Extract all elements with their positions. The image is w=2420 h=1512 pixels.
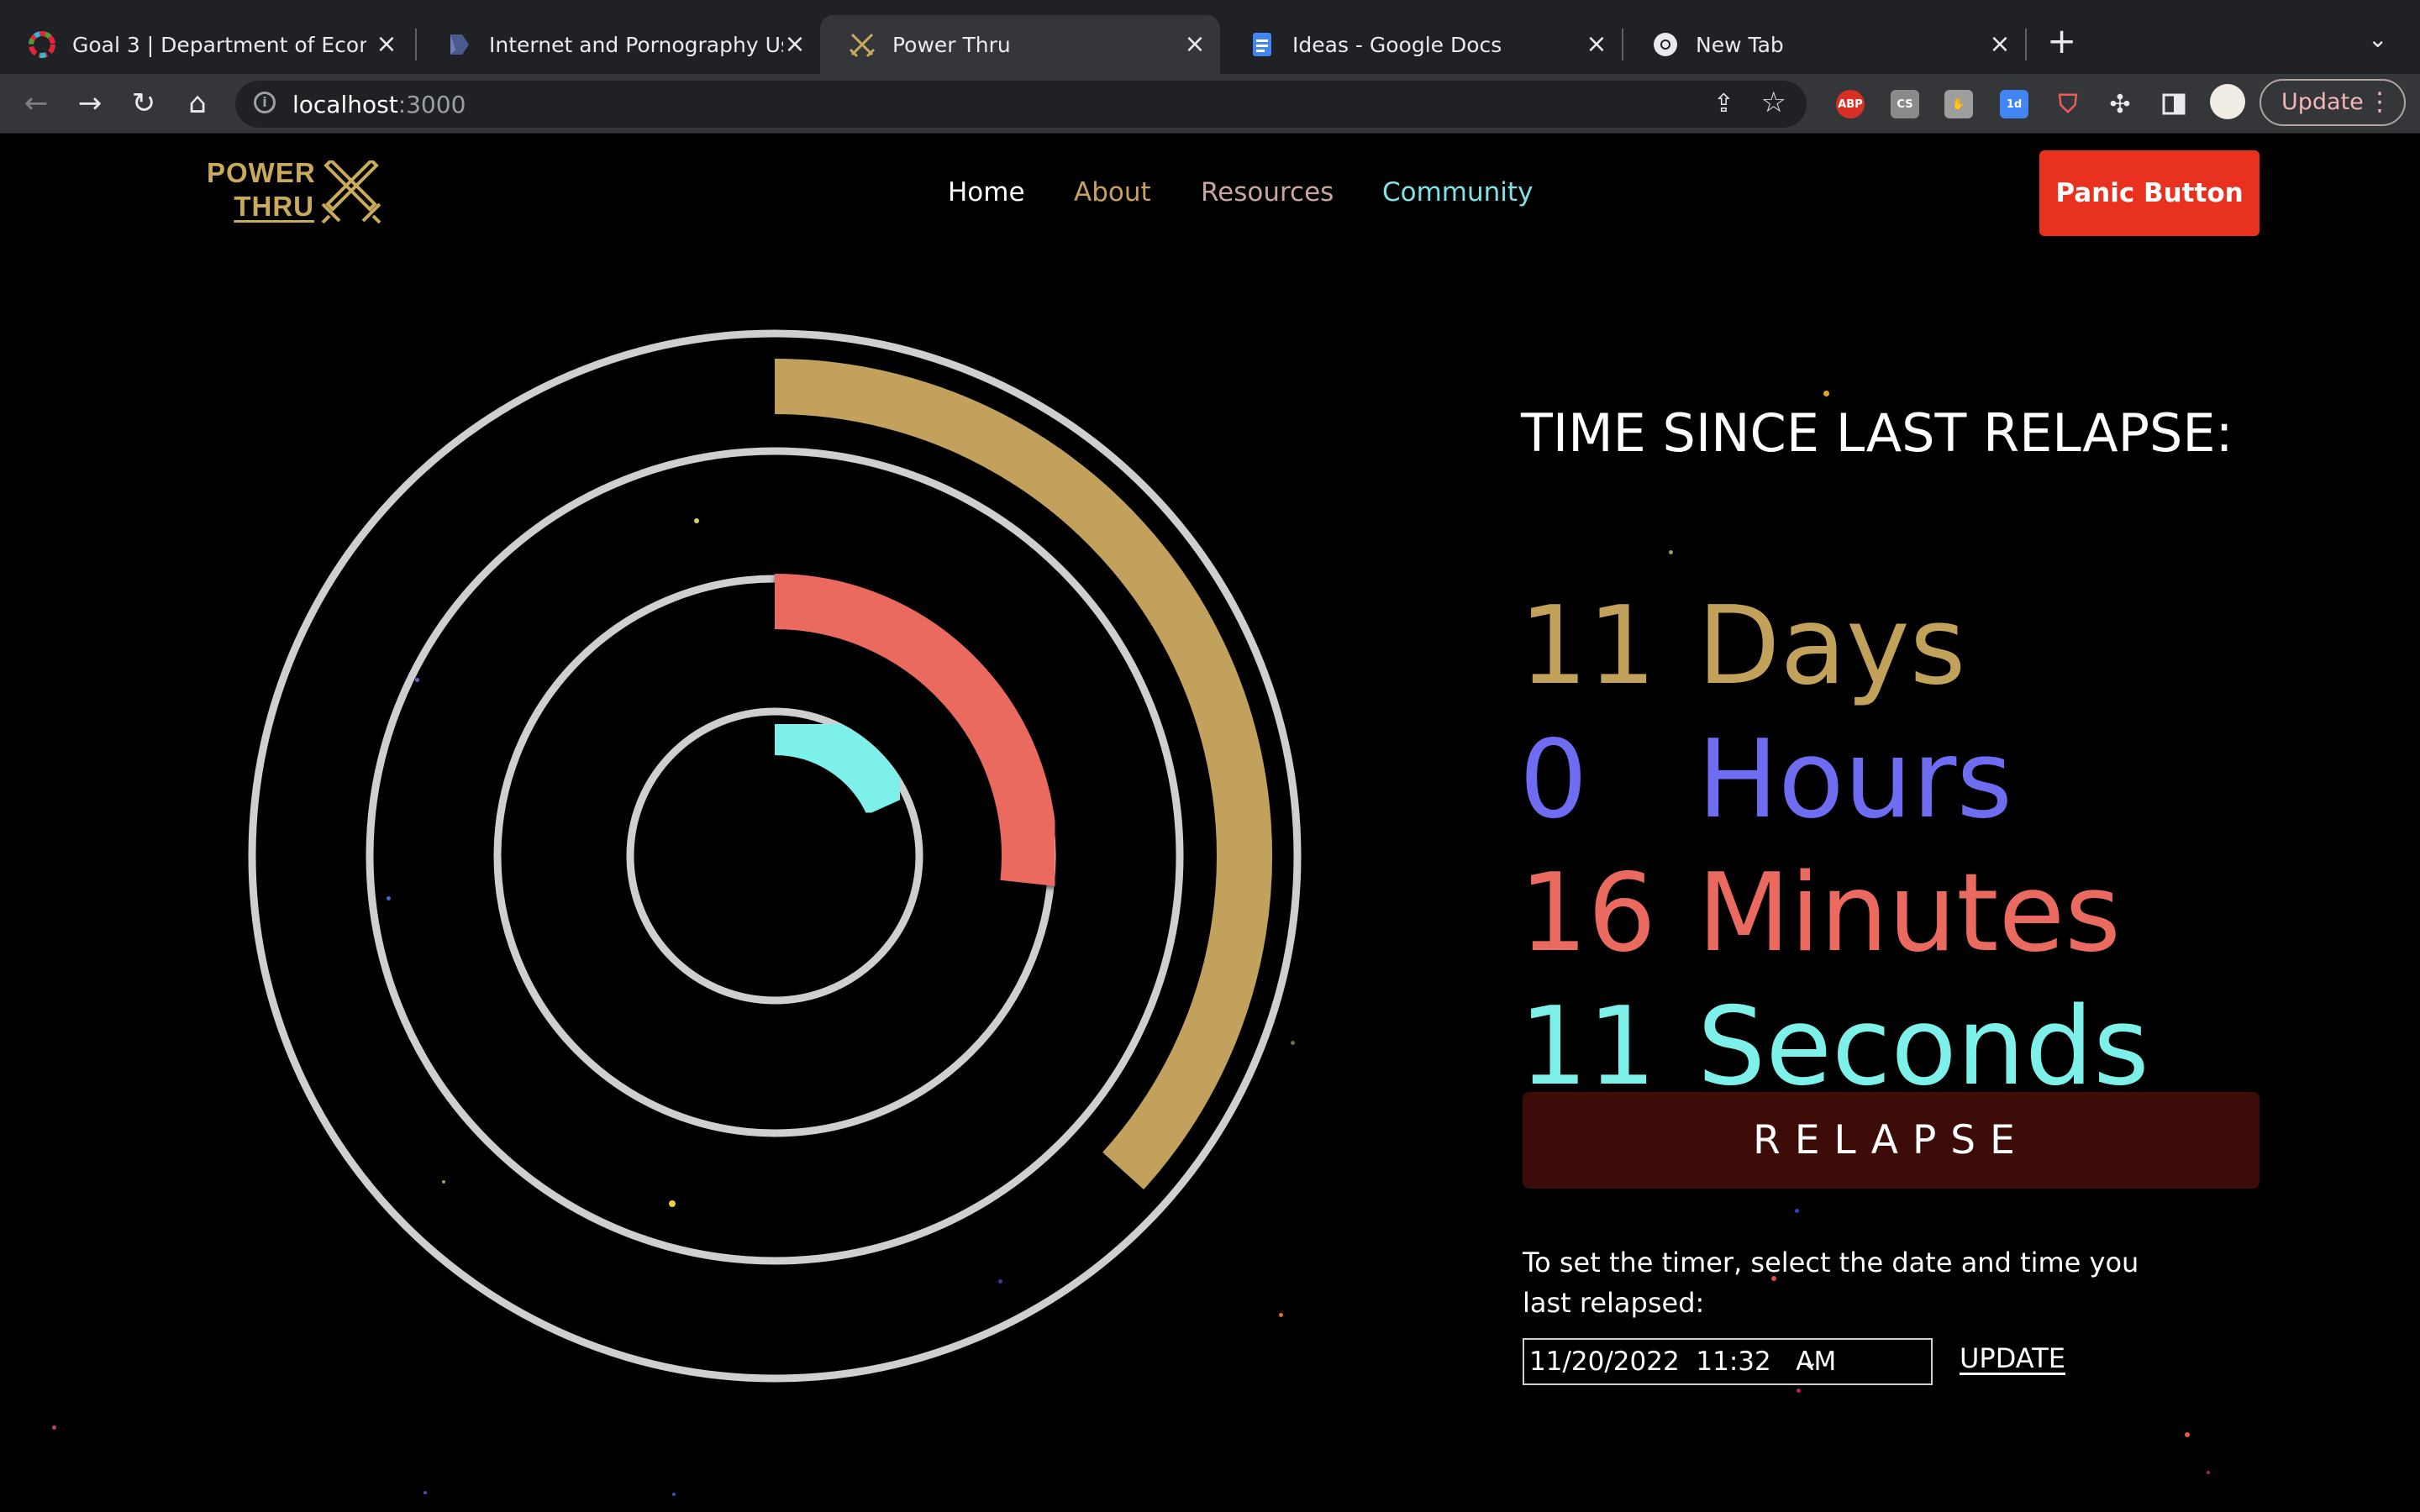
browser-tab-new-tab[interactable]: New Tab × [1623,15,2025,74]
tab-title: Goal 3 | Department of Econom [72,32,366,57]
crossed-swords-icon [849,31,876,58]
power-thru-page: POWER THRU Home About Resources Communit… [0,134,2420,1512]
close-icon[interactable]: × [1986,31,2013,58]
close-icon[interactable]: × [781,31,808,58]
days-ring-track [248,329,1302,1383]
tab-separator [2025,29,2027,60]
chevron-down-icon[interactable]: ⌄ [2368,25,2387,53]
sparkle-dot [1669,550,1673,554]
hours-label: Hours [1697,717,2012,843]
url-text: localhost:3000 [292,91,466,118]
info-icon[interactable]: i [254,92,276,113]
minutes-label: Minutes [1697,851,2121,976]
bookmark-star-icon[interactable]: ☆ [1761,86,1786,119]
more-vert-icon[interactable]: ⋮ [2367,81,2392,124]
sparkle-dot [1823,391,1829,396]
chevron-down-icon[interactable]: ⌄ [1802,1340,1818,1383]
shield-extension-icon[interactable]: ⛉ [2054,90,2082,119]
tab-title: Ideas - Google Docs [1292,32,1502,57]
panic-button[interactable]: Panic Button [2039,150,2260,236]
relapse-button[interactable]: RELAPSE [1523,1092,2260,1189]
puzzle-extensions-icon[interactable]: ✣ [2106,90,2134,119]
tab-title: Internet and Pornography Use [489,32,783,57]
logo-line1: POWER [207,157,316,188]
power-thru-logo[interactable]: POWER THRU [207,156,316,223]
new-tab-plus-icon[interactable]: + [2047,24,2076,59]
tab-title: New Tab [1696,32,1784,57]
days-value: 11 [1519,584,1656,709]
browser-tab-internet-pornography[interactable]: Internet and Pornography Use × [417,15,820,74]
minutes-value: 16 [1519,851,1656,976]
hours-value: 0 [1519,717,1588,843]
sparkle-dot [2207,1471,2210,1474]
hand-extension-icon[interactable]: ✋ [1944,90,1973,118]
days-label: Days [1697,584,1966,709]
browser-tab-strip: Goal 3 | Department of Econom × Internet… [0,0,2420,74]
reload-icon[interactable]: ↻ [124,84,163,123]
home-icon[interactable]: ⌂ [178,84,217,123]
crossed-swords-logo-icon [321,160,381,224]
sparkle-dot [52,1425,56,1430]
logo-line2: THRU [234,191,314,222]
google-docs-icon [1249,31,1276,58]
datetime-value: 11/20/2022 11:32 AM [1529,1347,1837,1377]
sparkle-dot [1795,1209,1799,1213]
side-panel-icon[interactable] [2160,90,2188,118]
calendar-extension-icon[interactable]: 1d [2000,90,2028,118]
timer-heading: TIME SINCE LAST RELAPSE: [1521,402,2233,464]
close-icon[interactable]: × [1181,31,1208,58]
nav-community-link[interactable]: Community [1382,177,1533,207]
browser-tab-ideas-docs[interactable]: Ideas - Google Docs × [1220,15,1622,74]
seconds-progress-arc [774,708,910,816]
forward-arrow-icon[interactable]: → [71,84,109,123]
cs-extension-icon[interactable]: CS [1891,90,1919,118]
browser-update-button[interactable]: Update ⋮ [2260,79,2406,126]
sparkle-dot [672,1493,676,1496]
browser-tab-power-thru[interactable]: Power Thru × [820,15,1220,74]
nav-home-link[interactable]: Home [948,177,1025,207]
hours-ring-track [366,447,1184,1265]
relapse-datetime-input[interactable]: 11/20/2022 11:32 AM ⌄ [1523,1338,1933,1385]
nav-resources-link[interactable]: Resources [1201,177,1334,207]
document-bookmark-icon [445,31,472,58]
close-icon[interactable]: × [373,31,400,58]
timer-hint-text: To set the timer, select the date and ti… [1523,1247,2139,1319]
sparkle-dot [1797,1389,1801,1393]
update-timer-link[interactable]: UPDATE [1960,1342,2065,1374]
tab-title: Power Thru [892,32,1011,57]
browser-tab-goal3[interactable]: Goal 3 | Department of Econom × [0,15,412,74]
back-arrow-icon[interactable]: ← [17,84,55,123]
chrome-icon [1652,31,1679,58]
address-bar[interactable]: i localhost:3000 ⇪ ☆ [235,81,1807,128]
sdg-wheel-icon [29,31,55,58]
adblock-plus-icon[interactable]: ABP [1836,90,1865,118]
nav-about-link[interactable]: About [1074,177,1151,207]
profile-avatar[interactable] [2210,84,2245,119]
close-icon[interactable]: × [1583,31,1610,58]
share-icon[interactable]: ⇪ [1713,89,1734,118]
sparkle-dot [2185,1432,2190,1437]
relapse-progress-rings [248,329,1302,1383]
browser-toolbar: ← → ↻ ⌂ i localhost:3000 ⇪ ☆ ABP CS ✋ 1d… [0,74,2420,134]
sparkle-dot [424,1491,427,1494]
